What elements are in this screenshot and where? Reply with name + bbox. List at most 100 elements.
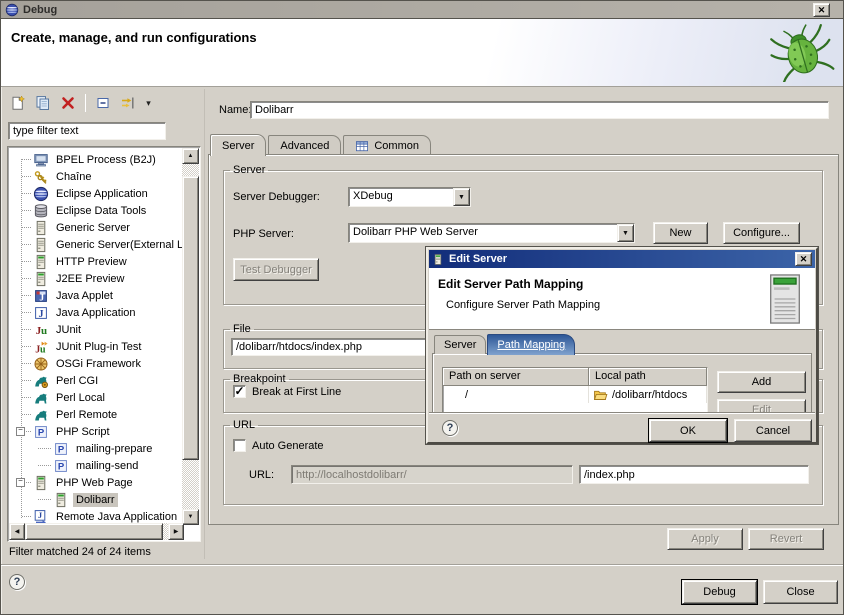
tree-item-j2ee-preview[interactable]: J2EE Preview [9,270,185,287]
break-first-line-label: Break at First Line [252,386,341,398]
tree-item-cha-ne[interactable]: Chaîne [9,168,185,185]
tree-vertical-scrollbar[interactable] [182,148,199,525]
server-debugger-combo[interactable]: XDebug [348,187,471,207]
ok-button[interactable]: OK [649,419,727,442]
scroll-left-button[interactable] [9,523,25,540]
filter-menu-dropdown[interactable] [142,92,155,114]
break-first-line-row: Break at First Line [233,385,341,398]
edit-server-close-button[interactable] [795,252,812,266]
window-close-button[interactable] [813,3,830,17]
window-titlebar[interactable]: Debug [1,1,843,19]
configure-server-button[interactable]: Configure... [723,222,800,244]
add-mapping-button[interactable]: Add [717,371,806,393]
url-path-input[interactable] [579,465,809,484]
collapse-all-button[interactable] [92,92,114,114]
tree-item-dolibarr[interactable]: Dolibarr [9,491,185,508]
tree-item-osgi-framework[interactable]: OSGi Framework [9,355,185,372]
tree-item-eclipse-application[interactable]: Eclipse Application [9,185,185,202]
url-base-input[interactable] [291,465,573,484]
tab-server[interactable]: Server [210,134,266,156]
filter-launch-configurations-button[interactable] [117,92,139,114]
scroll-up-button[interactable] [182,148,199,164]
collapse-expander-icon[interactable] [16,478,25,487]
column-path-on-server[interactable]: Path on server [443,368,589,386]
tree-item-label: Perl Local [53,391,108,405]
tab-server-settings[interactable]: Server [434,335,486,354]
name-input[interactable] [250,101,829,119]
auto-generate-checkbox[interactable] [233,439,246,452]
scroll-right-button[interactable] [168,523,184,540]
close-button[interactable]: Close [763,580,838,604]
tree-item-label: Remote Java Application [53,510,180,524]
tree-item-generic-server[interactable]: Generic Server [9,219,185,236]
filter-status-text: Filter matched 24 of 24 items [9,546,151,558]
tree-item-http-preview[interactable]: HTTP Preview [9,253,185,270]
tree-item-label: JUnit [53,323,84,337]
tree-item-label: PHP Script [53,425,113,439]
vertical-scroll-thumb[interactable] [182,176,199,460]
tree-item-java-applet[interactable]: Java Applet [9,287,185,304]
break-first-line-checkbox[interactable] [233,385,246,398]
column-local-path[interactable]: Local path [589,368,707,386]
tree-item-junit[interactable]: JUnit [9,321,185,338]
name-label: Name: [219,104,251,116]
tree-item-java-application[interactable]: Java Application [9,304,185,321]
collapse-icon [95,95,111,111]
chevron-down-icon[interactable] [617,224,634,242]
server-icon [432,252,444,267]
tree-item-junit-plug-in-test[interactable]: JUnit Plug-in Test [9,338,185,355]
edit-server-tabs: Server Path Mapping [434,333,575,354]
tree-item-label: Java Application [53,306,139,320]
tree-item-perl-remote[interactable]: Perl Remote [9,406,185,423]
new-configuration-button[interactable] [7,92,29,114]
duplicate-configuration-button[interactable] [32,92,54,114]
configurations-tree-panel: BPEL Process (B2J)Chaîne Eclipse Applicat… [7,146,201,542]
tree-item-label: BPEL Process (B2J) [53,153,159,167]
tree-item-bpel-process-b2j[interactable]: BPEL Process (B2J) [9,151,185,168]
apply-button[interactable]: Apply [667,528,743,550]
tree-item-label: Eclipse Data Tools [53,204,149,218]
filter-input[interactable] [8,122,166,140]
panel-sash[interactable] [204,89,205,559]
tab-advanced[interactable]: Advanced [268,135,341,155]
edit-server-titlebar[interactable]: Edit Server [429,250,815,268]
tree-item-php-script[interactable]: PHP Script [9,423,185,440]
help-icon[interactable]: ? [9,574,25,590]
tree-item-mailing-send[interactable]: mailing-send [9,457,185,474]
server2-icon [33,254,49,270]
edit-server-subheading: Configure Server Path Mapping [446,299,600,311]
tree-item-label: mailing-prepare [73,442,155,456]
tree-item-mailing-prepare[interactable]: mailing-prepare [9,440,185,457]
tree-item-perl-local[interactable]: Perl Local [9,389,185,406]
new-server-button[interactable]: New [653,222,708,244]
sphere-icon [33,186,49,202]
db-icon [33,203,49,219]
camel-icon [33,390,49,406]
horizontal-scroll-thumb[interactable] [25,523,163,540]
eclipse-logo-icon [5,3,19,17]
cancel-button[interactable]: Cancel [734,419,812,442]
path-mapping-row[interactable]: //dolibarr/htdocs [443,386,707,403]
collapse-expander-icon[interactable] [16,427,25,436]
debug-bug-icon [769,22,835,82]
tab-common[interactable]: Common [343,135,431,155]
tree-item-perl-cgi[interactable]: Perl CGI [9,372,185,389]
tree-item-php-web-page[interactable]: PHP Web Page [9,474,185,491]
server-tower-image [768,273,802,325]
scroll-down-button[interactable] [182,509,199,525]
chevron-down-icon[interactable] [453,188,470,206]
dialog-help-icon[interactable]: ? [442,420,458,436]
tree-item-eclipse-data-tools[interactable]: Eclipse Data Tools [9,202,185,219]
debug-button[interactable]: Debug [682,580,757,604]
tree-item-label: Eclipse Application [53,187,151,201]
revert-button[interactable]: Revert [748,528,824,550]
tree-horizontal-scrollbar[interactable] [9,523,184,540]
tree-item-generic-server-external-la[interactable]: Generic Server(External La [9,236,185,253]
auto-generate-row: Auto Generate [233,439,324,452]
test-debugger-button[interactable]: Test Debugger [233,258,319,281]
junit-icon [33,322,49,338]
delete-configuration-button[interactable] [57,92,79,114]
tree-item-label: OSGi Framework [53,357,144,371]
tab-path-mapping[interactable]: Path Mapping [487,334,575,355]
php-server-combo[interactable]: Dolibarr PHP Web Server [348,223,635,243]
